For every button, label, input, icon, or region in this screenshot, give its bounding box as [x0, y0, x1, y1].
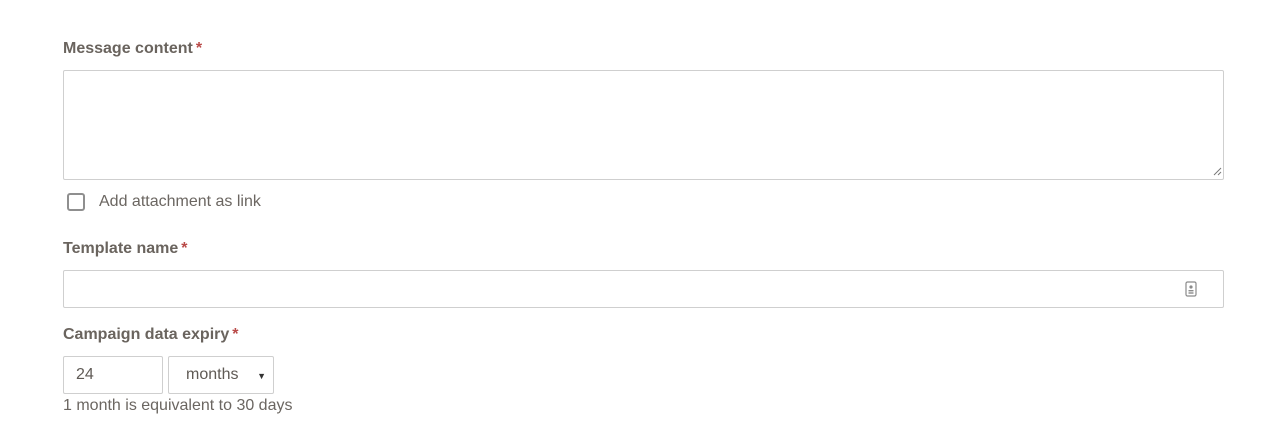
- required-marker: *: [195, 40, 203, 57]
- add-attachment-option[interactable]: Add attachment as link: [67, 192, 261, 212]
- expiry-amount-input[interactable]: [63, 356, 163, 394]
- message-content-label-text: Message content: [63, 40, 193, 57]
- add-attachment-label[interactable]: Add attachment as link: [99, 193, 261, 211]
- required-marker: *: [181, 240, 188, 257]
- required-marker: *: [232, 326, 239, 343]
- expiry-unit-value: months: [186, 366, 239, 383]
- campaign-expiry-label: Campaign data expiry *: [63, 326, 239, 344]
- expiry-unit-select[interactable]: months ▼: [168, 356, 274, 394]
- message-content-label: Message content *: [63, 40, 202, 58]
- template-name-label: Template name *: [63, 240, 188, 258]
- resize-grip-icon[interactable]: [1212, 166, 1222, 176]
- add-attachment-checkbox[interactable]: [67, 193, 85, 211]
- caret-down-icon: ▼: [257, 371, 266, 381]
- expiry-help-text: 1 month is equivalent to 30 days: [63, 397, 293, 414]
- template-name-input[interactable]: [63, 270, 1224, 308]
- campaign-expiry-label-text: Campaign data expiry: [63, 326, 230, 343]
- template-name-label-text: Template name: [63, 240, 179, 257]
- message-content-textarea[interactable]: [63, 70, 1224, 180]
- contact-card-icon[interactable]: [1185, 281, 1197, 297]
